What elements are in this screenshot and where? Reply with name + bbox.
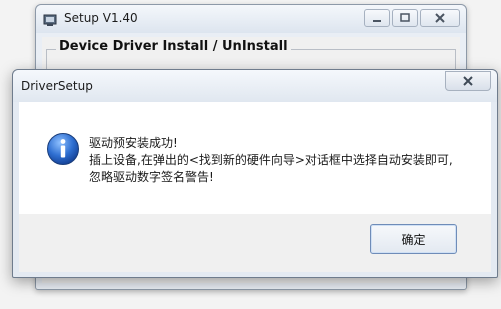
ok-button[interactable]: 确定 (370, 224, 457, 254)
driversetup-dialog: DriverSetup 驱动预安装成功! 插上设备,在弹出的<找到新的硬件向导>对… (12, 69, 498, 278)
close-icon (435, 13, 445, 23)
dialog-title: DriverSetup (21, 79, 93, 93)
message-line-1: 驱动预安装成功! (89, 136, 178, 150)
driver-group-title: Device Driver Install / UnInstall (56, 39, 291, 54)
maximize-button[interactable] (392, 9, 418, 27)
dialog-message-area: 驱动预安装成功! 插上设备,在弹出的<找到新的硬件向导>对话框中选择自动安装即可,… (19, 102, 491, 214)
dialog-message: 驱动预安装成功! 插上设备,在弹出的<找到新的硬件向导>对话框中选择自动安装即可,… (89, 135, 453, 186)
dialog-close-button[interactable] (445, 71, 491, 91)
info-icon (47, 133, 79, 165)
dialog-button-bar: 确定 (19, 214, 491, 272)
app-icon (43, 14, 57, 26)
setup-window-title: Setup V1.40 (64, 11, 138, 25)
setup-window-titlebar[interactable]: Setup V1.40 (36, 5, 466, 33)
minimize-icon (373, 20, 381, 22)
dialog-titlebar[interactable]: DriverSetup (13, 70, 497, 102)
close-button[interactable] (420, 9, 460, 27)
message-line-2: 插上设备,在弹出的<找到新的硬件向导>对话框中选择自动安装即可, (89, 153, 453, 167)
minimize-button[interactable] (364, 9, 390, 27)
message-line-3: 忽略驱动数字签名警告! (89, 170, 214, 184)
window-controls (364, 9, 460, 27)
close-icon (463, 76, 473, 86)
maximize-icon (400, 13, 410, 22)
